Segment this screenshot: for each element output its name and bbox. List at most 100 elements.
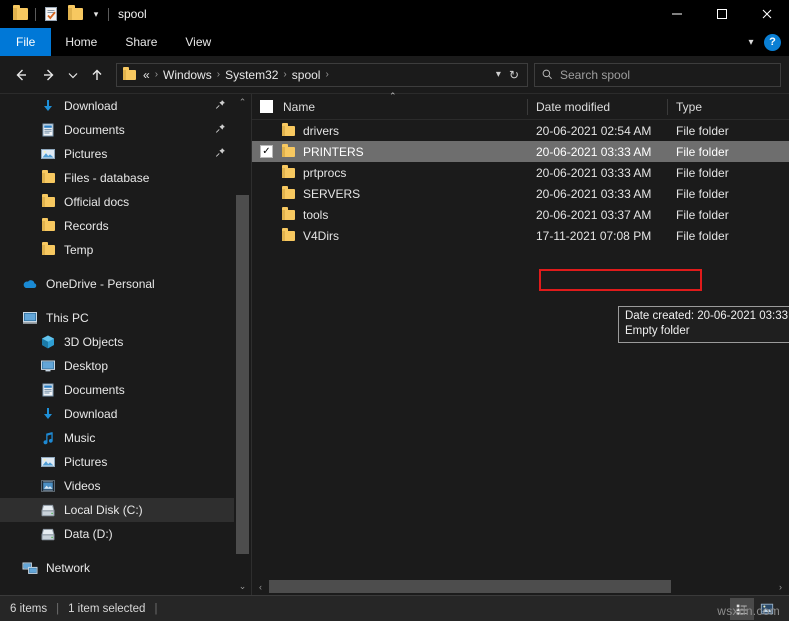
horizontal-scroll-track[interactable] — [269, 578, 772, 595]
search-input[interactable]: Search spool — [534, 62, 781, 87]
new-folder-icon[interactable] — [63, 3, 87, 25]
cell-type: File folder — [676, 144, 729, 159]
download-icon — [40, 98, 56, 114]
table-row[interactable]: tools 20-06-2021 03:37 AM File folder — [252, 204, 789, 225]
maximize-button[interactable] — [699, 0, 744, 28]
scroll-up-arrow-icon[interactable]: ⌃ — [234, 94, 251, 111]
search-icon — [542, 69, 552, 80]
sidebar-scroll-thumb[interactable] — [236, 195, 249, 554]
column-header-type[interactable]: Type — [667, 94, 762, 120]
cell-name[interactable]: prtprocs — [252, 164, 527, 181]
tab-home[interactable]: Home — [51, 28, 111, 56]
sidebar-item-pictures[interactable]: Pictures — [0, 450, 234, 474]
pin-icon[interactable] — [215, 99, 226, 113]
cell-name[interactable]: SERVERS — [252, 185, 527, 202]
scroll-left-arrow-icon[interactable]: ‹ — [252, 578, 269, 595]
breadcrumb-item-spool[interactable]: spool — [289, 68, 324, 82]
sidebar-item-records[interactable]: Records — [0, 214, 234, 238]
refresh-icon[interactable]: ↻ — [509, 68, 519, 82]
sidebar-item-music[interactable]: Music — [0, 426, 234, 450]
table-row[interactable]: prtprocs 20-06-2021 03:33 AM File folder — [252, 162, 789, 183]
drive-icon — [40, 526, 56, 542]
pin-icon[interactable] — [215, 147, 226, 161]
scroll-down-arrow-icon[interactable]: ⌄ — [234, 578, 251, 595]
sidebar-item-this-pc[interactable]: This PC — [0, 306, 234, 330]
details-view-button[interactable] — [730, 597, 754, 620]
breadcrumb[interactable]: « › Windows › System32 › spool › ▾ ↻ — [116, 62, 528, 87]
breadcrumb-item-windows[interactable]: Windows — [160, 68, 215, 82]
scroll-right-arrow-icon[interactable]: › — [772, 578, 789, 595]
column-header-name[interactable]: Name ⌃ — [252, 90, 527, 120]
cell-name[interactable]: V4Dirs — [252, 227, 527, 244]
minimize-button[interactable] — [654, 0, 699, 28]
properties-icon[interactable] — [39, 3, 63, 25]
table-row[interactable]: drivers 20-06-2021 02:54 AM File folder — [252, 120, 789, 141]
sidebar-item-label: Files - database — [64, 171, 150, 185]
sidebar-item-temp[interactable]: Temp — [0, 238, 234, 262]
sidebar-item-label: Pictures — [64, 455, 108, 469]
sidebar-item-network[interactable]: Network — [0, 556, 234, 580]
divider — [35, 7, 36, 21]
sidebar-item-label: Network — [46, 561, 91, 575]
cell-name[interactable]: drivers — [252, 122, 527, 139]
sidebar-item-onedrive-personal[interactable]: OneDrive - Personal — [0, 272, 234, 296]
up-button[interactable] — [84, 62, 110, 88]
cell-name[interactable]: ✓ PRINTERS — [252, 143, 527, 160]
cell-date-modified: 20-06-2021 02:54 AM — [536, 123, 652, 138]
row-checkbox[interactable]: ✓ — [260, 145, 273, 158]
nav-group-gap — [0, 262, 234, 272]
file-name-label: V4Dirs — [303, 228, 340, 243]
sidebar-scrollbar[interactable]: ⌃ ⌄ — [234, 94, 251, 595]
column-header-date-modified[interactable]: Date modified — [527, 94, 667, 120]
sidebar-item-data-d[interactable]: Data (D:) — [0, 522, 234, 546]
select-all-checkbox[interactable] — [260, 100, 273, 113]
sidebar-item-videos[interactable]: Videos — [0, 474, 234, 498]
horizontal-scroll-thumb[interactable] — [269, 580, 672, 593]
breadcrumb-item-system32[interactable]: System32 — [222, 68, 281, 82]
download-icon — [40, 406, 56, 422]
expand-ribbon-chevron-down-icon[interactable]: ▾ — [740, 31, 762, 53]
sidebar-item-documents[interactable]: Documents — [0, 118, 234, 142]
pin-icon[interactable] — [215, 123, 226, 137]
file-explorer-window: ▾ spool File Home Share View ▾ ? « › Win… — [0, 0, 789, 621]
breadcrumb-folder-icon — [123, 66, 136, 80]
tab-share[interactable]: Share — [111, 28, 171, 56]
file-rows: drivers 20-06-2021 02:54 AM File folder ✓ PR… — [252, 120, 789, 578]
folder-icon — [40, 218, 56, 234]
sidebar-item-label: Records — [64, 219, 109, 233]
tab-view[interactable]: View — [171, 28, 225, 56]
horizontal-scrollbar[interactable]: ‹ › — [252, 578, 789, 595]
sidebar-item-download[interactable]: Download — [0, 94, 234, 118]
address-dropdown-chevron-down-icon[interactable]: ▾ — [496, 69, 501, 80]
ribbon-controls: ▾ ? — [740, 28, 789, 56]
sidebar-item-desktop[interactable]: Desktop — [0, 354, 234, 378]
network-icon — [22, 560, 38, 576]
cell-name[interactable]: tools — [252, 206, 527, 223]
status-separator: | — [56, 602, 60, 615]
recent-locations-chevron-down-icon[interactable] — [64, 62, 82, 88]
large-icons-view-button[interactable] — [755, 598, 779, 620]
sidebar-item-official-docs[interactable]: Official docs — [0, 190, 234, 214]
cell-type: File folder — [676, 207, 729, 222]
help-button[interactable]: ? — [764, 33, 781, 51]
sidebar-item-documents[interactable]: Documents — [0, 378, 234, 402]
sort-ascending-icon: ⌃ — [389, 90, 397, 101]
sidebar-item-local-disk-c[interactable]: Local Disk (C:) — [0, 498, 234, 522]
sidebar-item-pictures[interactable]: Pictures — [0, 142, 234, 166]
sidebar-item-3d-objects[interactable]: 3D Objects — [0, 330, 234, 354]
sidebar-item-download[interactable]: Download — [0, 402, 234, 426]
sidebar-item-files-database[interactable]: Files - database — [0, 166, 234, 190]
back-button[interactable] — [8, 62, 34, 88]
table-row[interactable]: V4Dirs 17-11-2021 07:08 PM File folder — [252, 225, 789, 246]
sidebar-scroll-track[interactable] — [234, 111, 251, 578]
breadcrumb-separator: › — [216, 69, 221, 80]
explorer-icon[interactable] — [8, 3, 32, 25]
customize-qat-chevron-icon[interactable]: ▾ — [87, 3, 105, 25]
table-row[interactable]: ✓ PRINTERS 20-06-2021 03:33 AM File folder — [252, 141, 789, 162]
table-row[interactable]: SERVERS 20-06-2021 03:33 AM File folder — [252, 183, 789, 204]
breadcrumb-overflow[interactable]: « — [140, 68, 153, 82]
main-area: Download Documents Pictures Files - databas… — [0, 90, 789, 595]
tab-file[interactable]: File — [0, 28, 52, 56]
close-button[interactable] — [744, 0, 789, 28]
forward-button[interactable] — [36, 62, 62, 88]
